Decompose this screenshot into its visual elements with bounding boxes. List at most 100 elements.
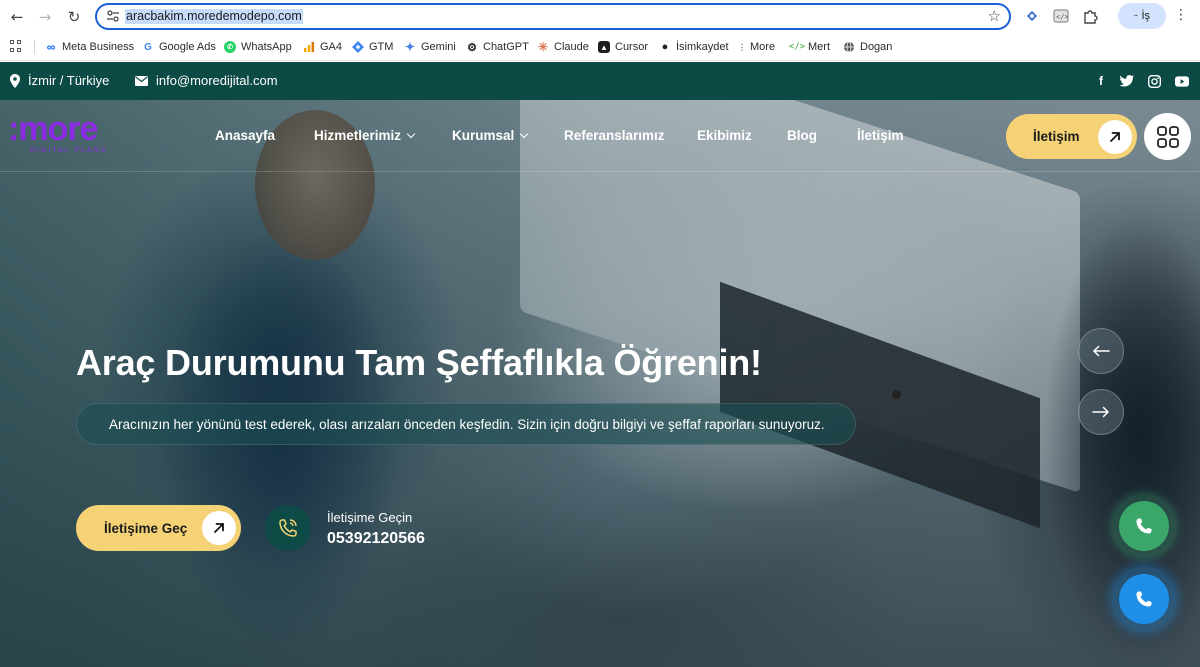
bookmark-whatsapp[interactable]: ✆ WhatsApp: [224, 39, 292, 55]
bookmark-claude[interactable]: ✳ Claude: [537, 39, 589, 55]
browser-menu-icon[interactable]: ⋮: [1174, 8, 1188, 22]
email-info[interactable]: info@moredijital.com: [135, 73, 278, 88]
hero-contact-label: İletişime Geç: [104, 520, 188, 536]
bookmark-google-ads[interactable]: G Google Ads: [142, 39, 216, 55]
bookmark-ga4[interactable]: GA4: [303, 39, 342, 55]
top-info-bar: İzmir / Türkiye info@moredijital.com f: [0, 62, 1200, 100]
grid-icon: [1156, 125, 1179, 148]
arrow-up-right-icon: [1098, 119, 1132, 154]
nav-label: İletişim: [857, 128, 904, 143]
chevron-down-icon: [406, 129, 416, 138]
nav-label: Blog: [787, 128, 817, 143]
nav-label: Kurumsal: [452, 128, 515, 143]
site-settings-icon[interactable]: [106, 9, 120, 23]
phone-ring-icon[interactable]: [265, 505, 311, 551]
bookmark-label: Meta Business: [62, 41, 135, 53]
bookmark-gemini[interactable]: ✦ Gemini: [404, 39, 456, 55]
bookmarks-bar: ∞ Meta Business G Google Ads ✆ WhatsApp …: [0, 33, 1200, 61]
bookmark-gtm[interactable]: GTM: [352, 39, 393, 55]
bookmark-more[interactable]: ⋮ More: [738, 39, 776, 55]
menu-grid-button[interactable]: [1144, 113, 1191, 160]
bookmark-isimkaydet[interactable]: ● İsimkaydet: [659, 39, 729, 55]
nav-item-hizmetlerimiz[interactable]: Hizmetlerimiz: [314, 128, 416, 143]
cursor-icon: ▲: [598, 41, 610, 53]
dots-icon: ⋮: [738, 42, 746, 52]
google-icon: G: [144, 41, 152, 53]
contact-phone-number[interactable]: 05392120566: [327, 530, 425, 548]
slider-dot[interactable]: [892, 390, 901, 399]
hero-subtitle: Aracınızın her yönünü test ederek, olası…: [109, 416, 825, 432]
bookmark-label: Google Ads: [159, 41, 216, 53]
envelope-icon: [135, 75, 148, 86]
address-bar[interactable]: aracbakim.moredemodepo.com ☆: [95, 3, 1011, 30]
code-icon: </>: [788, 42, 806, 52]
nav-item-ekibimiz[interactable]: Ekibimiz: [697, 128, 752, 143]
hero-subtitle-box: Aracınızın her yönünü test ederek, olası…: [76, 403, 856, 445]
profile-label: İş: [1141, 10, 1151, 22]
slider-next-button[interactable]: [1078, 389, 1124, 435]
main-navbar: :more DIGITAL PLANS Anasayfa Hizmetlerim…: [0, 100, 1200, 172]
reload-icon[interactable]: ↻: [63, 6, 85, 28]
extension-devtools-icon[interactable]: </>: [1052, 7, 1070, 25]
bookmark-cursor[interactable]: ▲ Cursor: [598, 39, 648, 55]
location-info: İzmir / Türkiye: [10, 73, 109, 88]
url-text[interactable]: aracbakim.moredemodepo.com: [125, 9, 303, 24]
forward-icon[interactable]: →: [34, 6, 56, 28]
header-contact-label: İletişim: [1033, 129, 1080, 144]
facebook-icon[interactable]: f: [1094, 74, 1108, 88]
call-float-button[interactable]: [1112, 567, 1176, 631]
logo-wordmark: :more: [8, 110, 98, 148]
nav-label: Referanslarımız: [564, 128, 665, 143]
claude-icon: ✳: [537, 40, 549, 54]
youtube-icon[interactable]: [1175, 74, 1189, 88]
bookmark-meta-business[interactable]: ∞ Meta Business: [45, 39, 134, 55]
bookmark-label: GA4: [320, 41, 343, 53]
profile-avatar-icon: ▪▪: [1133, 13, 1138, 19]
chevron-down-icon: [520, 129, 529, 138]
slider-prev-button[interactable]: [1078, 328, 1124, 374]
bookmark-label: WhatsApp: [241, 41, 292, 53]
tag-manager-icon: [352, 41, 364, 53]
whatsapp-icon: ✆: [224, 41, 236, 53]
bookmarks-divider: [34, 40, 35, 54]
nav-item-kurumsal[interactable]: Kurumsal: [452, 128, 529, 143]
extensions-puzzle-icon[interactable]: [1081, 7, 1099, 25]
meta-icon: ∞: [46, 40, 56, 54]
nav-item-referanslarimiz[interactable]: Referanslarımız: [564, 128, 665, 143]
nav-label: Hizmetlerimiz: [314, 128, 402, 143]
arrow-right-icon: [1092, 406, 1110, 418]
nav-item-anasayfa[interactable]: Anasayfa: [215, 128, 275, 143]
bookmark-label: GTM: [369, 41, 394, 53]
nav-item-blog[interactable]: Blog: [787, 128, 817, 143]
hero-contact-button[interactable]: İletişime Geç: [76, 505, 241, 551]
arrow-up-right-icon: [202, 511, 236, 545]
logo-tagline: DIGITAL PLANS: [30, 147, 108, 154]
bookmark-dogan[interactable]: Dogan: [843, 39, 892, 55]
whatsapp-float-button[interactable]: [1112, 494, 1176, 558]
bookmark-label: Claude: [554, 41, 589, 53]
gemini-icon: ✦: [404, 40, 416, 54]
openai-icon: ⚙: [467, 41, 477, 54]
bookmark-star-icon[interactable]: ☆: [988, 7, 1001, 25]
bookmark-mert[interactable]: </> Mert: [788, 39, 830, 55]
extension-translate-icon[interactable]: [1023, 7, 1041, 25]
back-icon[interactable]: ←: [6, 6, 28, 28]
bookmark-label: Cursor: [615, 41, 649, 53]
instagram-icon[interactable]: [1147, 74, 1161, 88]
nav-item-iletisim[interactable]: İletişim: [857, 128, 904, 143]
bookmark-label: More: [750, 41, 776, 53]
twitter-icon[interactable]: [1120, 74, 1134, 88]
site-logo[interactable]: :more DIGITAL PLANS: [8, 112, 138, 160]
bookmark-label: ChatGPT: [483, 41, 529, 53]
apps-grid-icon[interactable]: [10, 40, 22, 52]
bookmark-chatgpt[interactable]: ⚙ ChatGPT: [466, 39, 529, 55]
header-contact-button[interactable]: İletişim: [1006, 114, 1137, 159]
hero-title: Araç Durumunu Tam Şeffaflıkla Öğrenin!: [76, 342, 762, 383]
hero-section: :more DIGITAL PLANS Anasayfa Hizmetlerim…: [0, 100, 1200, 667]
globe-icon: [843, 41, 855, 53]
profile-button[interactable]: ▪▪ İş: [1118, 3, 1166, 29]
whatsapp-phone-icon: [1119, 501, 1169, 551]
email-text[interactable]: info@moredijital.com: [156, 73, 278, 88]
nav-label: Ekibimiz: [697, 128, 752, 143]
browser-toolbar: ← → ↻ aracbakim.moredemodepo.com ☆ </> ▪…: [0, 0, 1200, 33]
